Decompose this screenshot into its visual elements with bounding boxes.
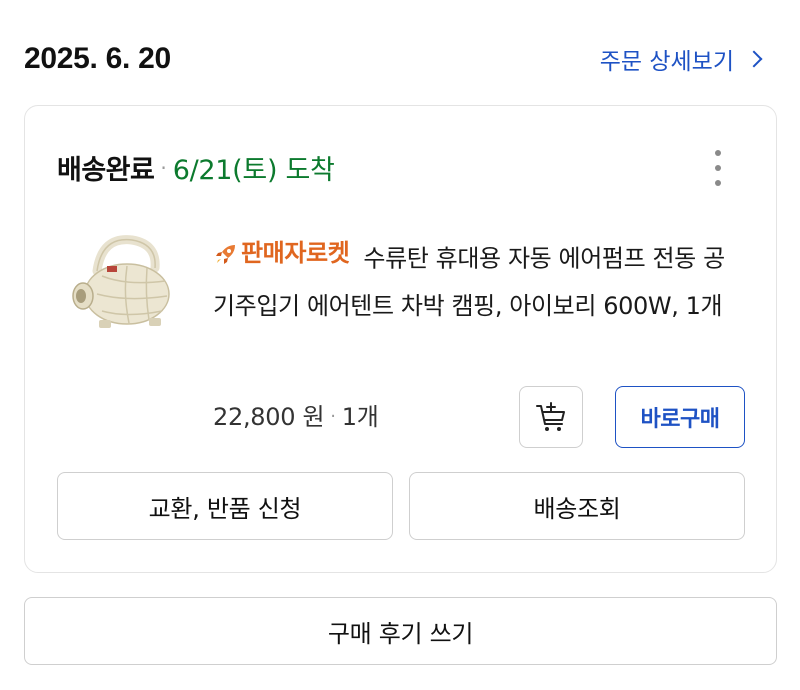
product-price: 22,800 원 [213, 403, 325, 431]
buy-now-button[interactable]: 바로구매 [615, 386, 745, 448]
air-pump-image[interactable] [57, 226, 187, 336]
chevron-right-icon [745, 50, 763, 68]
status-separator: · [160, 156, 167, 180]
order-card: 배송완료 · 6/21(토) 도착 판매자로켓 수류탄 휴대용 자동 에어펌프 … [24, 105, 777, 573]
price-separator: · [330, 406, 336, 427]
product-info[interactable]: 판매자로켓 수류탄 휴대용 자동 에어펌프 전동 공기주입기 에어텐트 차박 캠… [213, 230, 733, 330]
arrival-date: 6/21(토) 도착 [172, 155, 335, 186]
delivery-status-label: 배송완료 [57, 155, 155, 186]
order-header: 2025. 6. 20 주문 상세보기 [0, 0, 800, 105]
more-options-icon[interactable] [710, 150, 726, 186]
product-quantity: 1개 [341, 403, 379, 431]
add-to-cart-icon [536, 402, 565, 431]
seller-rocket-badge: 판매자로켓 [213, 230, 350, 277]
order-detail-label: 주문 상세보기 [599, 49, 734, 75]
write-review-button[interactable]: 구매 후기 쓰기 [24, 597, 777, 665]
order-date: 2025. 6. 20 [24, 42, 171, 75]
add-to-cart-button[interactable] [519, 386, 583, 448]
delivery-status: 배송완료 · 6/21(토) 도착 [57, 148, 335, 187]
seller-badge-label: 판매자로켓 [241, 239, 350, 267]
track-delivery-button[interactable]: 배송조회 [409, 472, 745, 540]
rocket-icon [216, 244, 235, 264]
exchange-return-button[interactable]: 교환, 반품 신청 [57, 472, 393, 540]
order-detail-link[interactable]: 주문 상세보기 [600, 42, 764, 76]
price-line: 22,800 원 · 1개 [213, 397, 379, 432]
